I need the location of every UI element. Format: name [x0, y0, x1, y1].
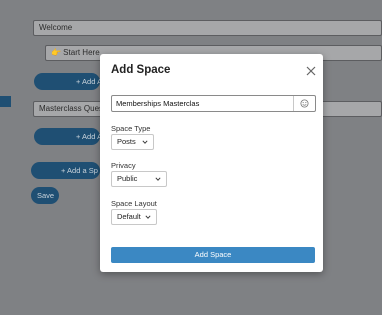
privacy-select[interactable]: Public [111, 171, 167, 187]
add-space-modal: Add Space Space Type Posts Privacy Publi… [100, 54, 323, 272]
save-button[interactable]: Save [31, 187, 59, 204]
space-name-input[interactable] [112, 96, 292, 111]
add-item-button[interactable]: + Add A [34, 73, 100, 90]
privacy-value: Public [117, 174, 138, 183]
smiley-icon [300, 99, 309, 108]
close-icon[interactable] [305, 65, 317, 77]
add-space-bg-button[interactable]: + Add a Sp [31, 162, 100, 179]
emoji-picker-button[interactable] [293, 96, 315, 111]
space-type-value: Posts [117, 137, 136, 146]
modal-title: Add Space [111, 64, 171, 76]
add-space-submit-button[interactable]: Add Space [111, 247, 315, 263]
privacy-label: Privacy [111, 161, 136, 170]
chevron-down-icon [155, 177, 161, 181]
add-item-button-2[interactable]: + Add A [34, 128, 100, 145]
chevron-down-icon [142, 140, 148, 144]
welcome-field[interactable]: Welcome [33, 20, 382, 36]
space-name-field [111, 95, 316, 112]
space-type-label: Space Type [111, 124, 151, 133]
space-layout-value: Default [117, 212, 141, 221]
side-tab[interactable] [0, 96, 11, 107]
space-type-select[interactable]: Posts [111, 134, 154, 150]
space-layout-select[interactable]: Default [111, 209, 157, 225]
chevron-down-icon [145, 215, 151, 219]
space-layout-label: Space Layout [111, 199, 157, 208]
